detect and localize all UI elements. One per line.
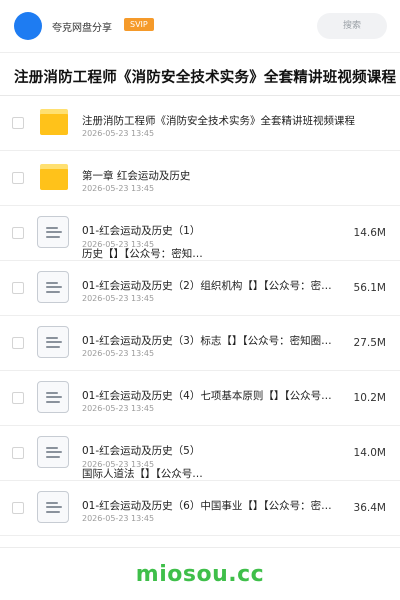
item-date: 2026-05-23 13:45 — [82, 349, 155, 358]
item-name: 01-红会运动及历史（1） — [82, 225, 201, 237]
list-item[interactable]: 注册消防工程师《消防安全技术实务》全套精讲班视频课程 2026-05-23 13… — [0, 96, 400, 151]
document-icon — [37, 436, 69, 468]
row-checkbox[interactable] — [12, 447, 24, 459]
list-item[interactable]: 01-红会运动及历史（1） 2026-05-23 13:45 历史【】【公众号：… — [0, 206, 400, 261]
list-item[interactable]: 01-红会运动及历史（6）中国事业【】【公众号：密… 2026-05-23 13… — [0, 481, 400, 536]
item-name: 注册消防工程师《消防安全技术实务》全套精讲班视频课程 — [82, 115, 355, 127]
avatar[interactable] — [14, 12, 42, 40]
item-date: 2026-05-23 13:45 — [82, 184, 155, 193]
item-size: 10.2M — [353, 392, 386, 404]
top-bar: 夸克网盘分享 SVIP — [0, 0, 400, 53]
item-date: 2026-05-23 13:45 — [82, 129, 155, 138]
document-icon — [37, 491, 69, 523]
row-checkbox[interactable] — [12, 502, 24, 514]
item-size: 36.4M — [353, 502, 386, 514]
row-checkbox[interactable] — [12, 117, 24, 129]
item-size: 14.0M — [353, 447, 386, 459]
item-size: 27.5M — [353, 337, 386, 349]
folder-icon — [40, 164, 68, 190]
row-checkbox[interactable] — [12, 227, 24, 239]
document-icon — [37, 271, 69, 303]
item-name: 第一章 红会运动及历史 — [82, 170, 191, 182]
list-item[interactable]: 01-红会运动及历史（2）组织机构【】【公众号：密… 2026-05-23 13… — [0, 261, 400, 316]
item-name: 01-红会运动及历史（6）中国事业【】【公众号：密… — [82, 500, 332, 512]
item-size: 14.6M — [353, 227, 386, 239]
item-date: 2026-05-23 13:45 — [82, 294, 155, 303]
item-name-continued: 国际人道法【】【公众号… — [82, 468, 203, 480]
row-checkbox[interactable] — [12, 392, 24, 404]
list-item[interactable]: 01-红会运动及历史（5） 2026-05-23 13:45 国际人道法【】【公… — [0, 426, 400, 481]
item-size: 56.1M — [353, 282, 386, 294]
document-icon — [37, 381, 69, 413]
document-icon — [37, 216, 69, 248]
svip-badge[interactable]: SVIP — [124, 18, 154, 31]
item-name: 01-红会运动及历史（5） — [82, 445, 201, 457]
row-checkbox[interactable] — [12, 172, 24, 184]
list-item[interactable]: 01-红会运动及历史（3）标志【】【公众号：密知圈… 2026-05-23 13… — [0, 316, 400, 371]
search-input[interactable] — [317, 13, 387, 39]
item-date: 2026-05-23 13:45 — [82, 514, 155, 523]
row-checkbox[interactable] — [12, 337, 24, 349]
item-name: 01-红会运动及历史（4）七项基本原则【】【公众号… — [82, 390, 332, 402]
document-icon — [37, 326, 69, 358]
item-name: 01-红会运动及历史（3）标志【】【公众号：密知圈… — [82, 335, 332, 347]
brand-label: 夸克网盘分享 — [52, 23, 112, 34]
page-title: 注册消防工程师《消防安全技术实务》全套精讲班视频课程 — [14, 70, 397, 86]
row-checkbox[interactable] — [12, 282, 24, 294]
folder-icon — [40, 109, 68, 135]
list-item[interactable]: 第一章 红会运动及历史 2026-05-23 13:45 — [0, 151, 400, 206]
item-name-continued: 历史【】【公众号：密知… — [82, 248, 203, 260]
watermark: miosou.cc — [135, 562, 265, 587]
item-name: 01-红会运动及历史（2）组织机构【】【公众号：密… — [82, 280, 332, 292]
list-item[interactable]: 01-红会运动及历史（4）七项基本原则【】【公众号… 2026-05-23 13… — [0, 371, 400, 426]
item-date: 2026-05-23 13:45 — [82, 404, 155, 413]
bottom-divider — [0, 547, 400, 548]
file-list: 注册消防工程师《消防安全技术实务》全套精讲班视频课程 2026-05-23 13… — [0, 96, 400, 536]
